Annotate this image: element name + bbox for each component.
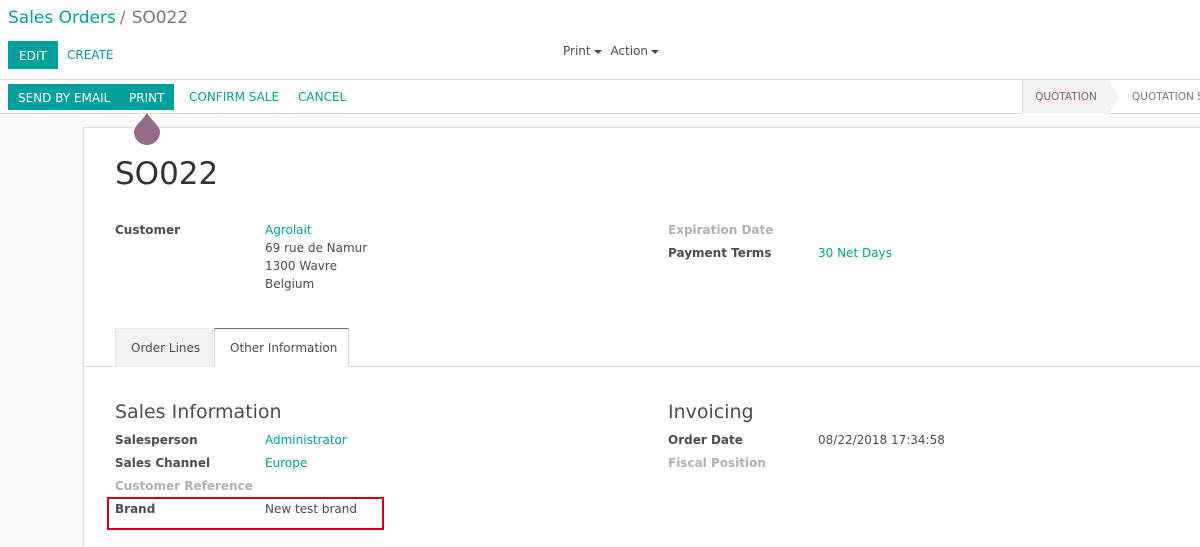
- sales-channel-link[interactable]: Europe: [265, 456, 307, 470]
- stage-arrow: [1109, 80, 1119, 114]
- stage-quotation[interactable]: QUOTATION: [1023, 80, 1109, 114]
- control-panel: Sales Orders / SO022 EDIT CREATE Print Act…: [0, 0, 1200, 80]
- order-date-label: Order Date: [668, 433, 743, 447]
- confirm-sale-button[interactable]: CONFIRM SALE: [179, 84, 289, 110]
- customer-address-line1: 69 rue de Namur: [265, 241, 368, 255]
- brand-highlight-box: [107, 497, 384, 530]
- stage-quotation-sent[interactable]: QUOTATION SENT: [1132, 80, 1200, 114]
- salesperson-link[interactable]: Administrator: [265, 433, 347, 447]
- send-by-email-button[interactable]: SEND BY EMAIL: [8, 84, 121, 110]
- breadcrumb-current: SO022: [131, 8, 189, 28]
- action-dropdown-label: Action: [610, 44, 649, 58]
- expiration-date-label: Expiration Date: [668, 223, 774, 237]
- caret-down-icon: [651, 49, 660, 54]
- invoicing-title: Invoicing: [668, 401, 754, 423]
- breadcrumb-separator: /: [119, 8, 126, 28]
- print-button[interactable]: PRINT: [119, 84, 175, 110]
- breadcrumb: Sales Orders / SO022: [8, 8, 188, 28]
- cancel-button[interactable]: CANCEL: [288, 84, 356, 110]
- customer-address-line3: Belgium: [265, 277, 315, 291]
- sidebar-dropdowns: Print Action: [563, 44, 664, 58]
- payment-terms-link[interactable]: 30 Net Days: [818, 246, 892, 260]
- customer-link[interactable]: Agrolait: [265, 223, 312, 237]
- sales-channel-label: Sales Channel: [115, 456, 211, 470]
- order-date-value: 08/22/2018 17:34:58: [818, 433, 945, 447]
- edit-button[interactable]: EDIT: [8, 41, 58, 69]
- tab-other-information[interactable]: Other Information: [214, 328, 349, 367]
- record-title: SO022: [115, 156, 219, 192]
- action-dropdown[interactable]: Action: [610, 44, 660, 58]
- sales-information-title: Sales Information: [115, 401, 282, 423]
- print-dropdown-label: Print: [563, 44, 591, 58]
- status-stages: QUOTATION QUOTATION SENT: [1022, 80, 1200, 114]
- statusbar: SEND BY EMAIL PRINT CONFIRM SALE CANCEL …: [0, 80, 1200, 114]
- fiscal-position-label: Fiscal Position: [668, 456, 766, 470]
- customer-reference-label: Customer Reference: [115, 479, 253, 493]
- payment-terms-label: Payment Terms: [668, 246, 772, 260]
- customer-label: Customer: [115, 223, 181, 237]
- create-button[interactable]: CREATE: [57, 41, 124, 69]
- print-dropdown[interactable]: Print: [563, 44, 602, 58]
- breadcrumb-sales-orders-link[interactable]: Sales Orders: [8, 8, 116, 28]
- caret-down-icon: [593, 49, 602, 54]
- customer-address-line2: 1300 Wavre: [265, 259, 337, 273]
- salesperson-label: Salesperson: [115, 433, 198, 447]
- click-indicator-icon: [134, 113, 160, 145]
- tab-order-lines[interactable]: Order Lines: [115, 328, 213, 367]
